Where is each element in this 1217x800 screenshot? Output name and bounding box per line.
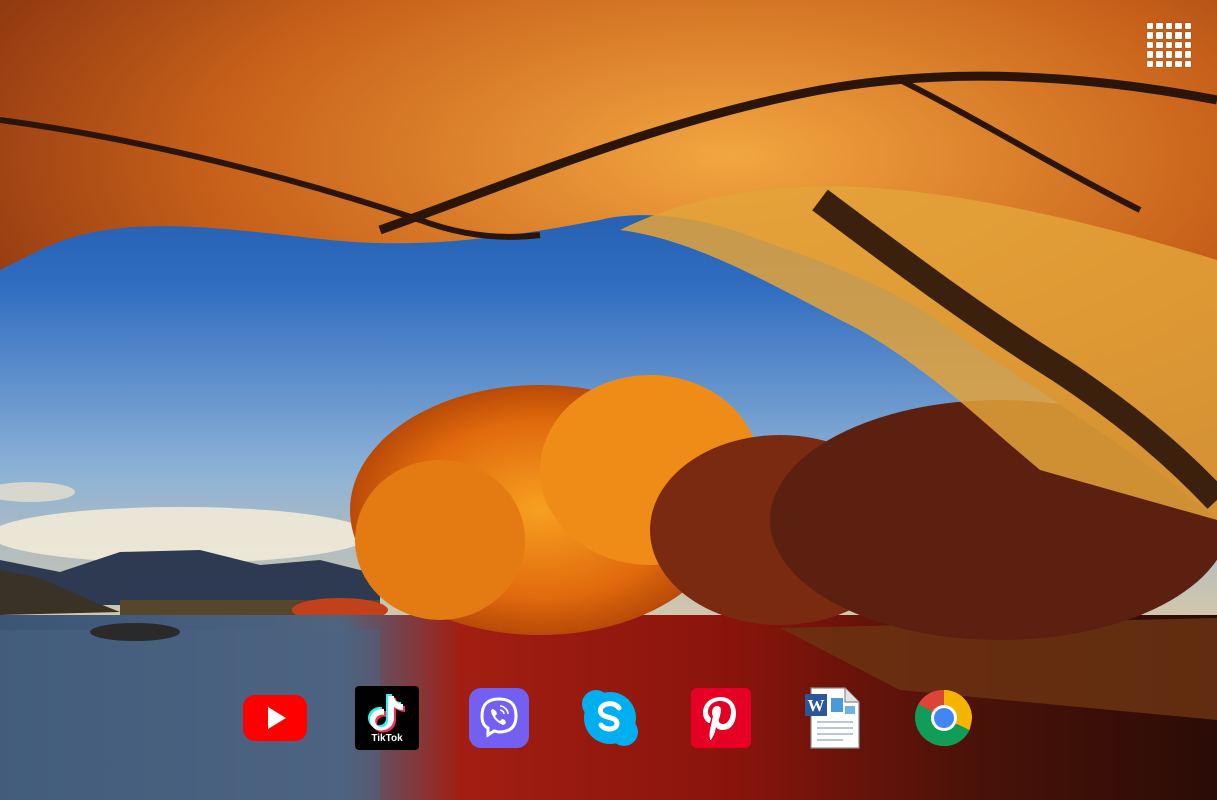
grid-dot xyxy=(1156,23,1163,30)
grid-dot xyxy=(1147,60,1154,67)
word-document-icon: W xyxy=(805,687,860,749)
grid-dot xyxy=(1156,32,1163,39)
app-drawer-button[interactable] xyxy=(1147,23,1191,67)
desktop-wallpaper xyxy=(0,0,1217,800)
grid-dot xyxy=(1184,60,1191,67)
grid-dot xyxy=(1175,23,1182,30)
word-document-app[interactable]: W xyxy=(801,686,865,750)
grid-icon xyxy=(1147,23,1154,30)
grid-dot xyxy=(1147,41,1154,49)
chrome-icon xyxy=(914,689,972,747)
grid-dot xyxy=(1147,51,1154,58)
grid-dot xyxy=(1165,51,1173,58)
grid-dot xyxy=(1184,32,1191,39)
grid-dot xyxy=(1165,23,1173,30)
grid-dot xyxy=(1156,60,1163,67)
pinterest-icon xyxy=(691,688,751,748)
viber-icon xyxy=(469,688,529,748)
grid-dot xyxy=(1175,41,1182,49)
tiktok-label: TikTok xyxy=(371,733,403,744)
grid-dot xyxy=(1165,32,1173,39)
tiktok-app[interactable]: TikTok xyxy=(355,686,419,750)
youtube-app[interactable] xyxy=(243,686,307,750)
chrome-app[interactable] xyxy=(912,686,976,750)
skype-app[interactable] xyxy=(578,686,642,750)
grid-dot xyxy=(1175,51,1182,58)
svg-text:W: W xyxy=(808,696,825,715)
grid-dot xyxy=(1184,23,1191,30)
grid-dot xyxy=(1184,41,1191,49)
grid-dot xyxy=(1156,51,1163,58)
grid-dot xyxy=(1175,60,1182,67)
pinterest-app[interactable] xyxy=(689,686,753,750)
app-dock: TikTok W xyxy=(0,686,1217,756)
grid-dot xyxy=(1147,32,1154,39)
grid-dot xyxy=(1184,51,1191,58)
grid-dot xyxy=(1156,41,1163,49)
skype-icon xyxy=(582,690,638,746)
grid-dot xyxy=(1175,32,1182,39)
youtube-icon xyxy=(243,695,307,741)
grid-dot xyxy=(1165,60,1173,67)
viber-app[interactable] xyxy=(467,686,531,750)
grid-dot xyxy=(1165,41,1173,49)
